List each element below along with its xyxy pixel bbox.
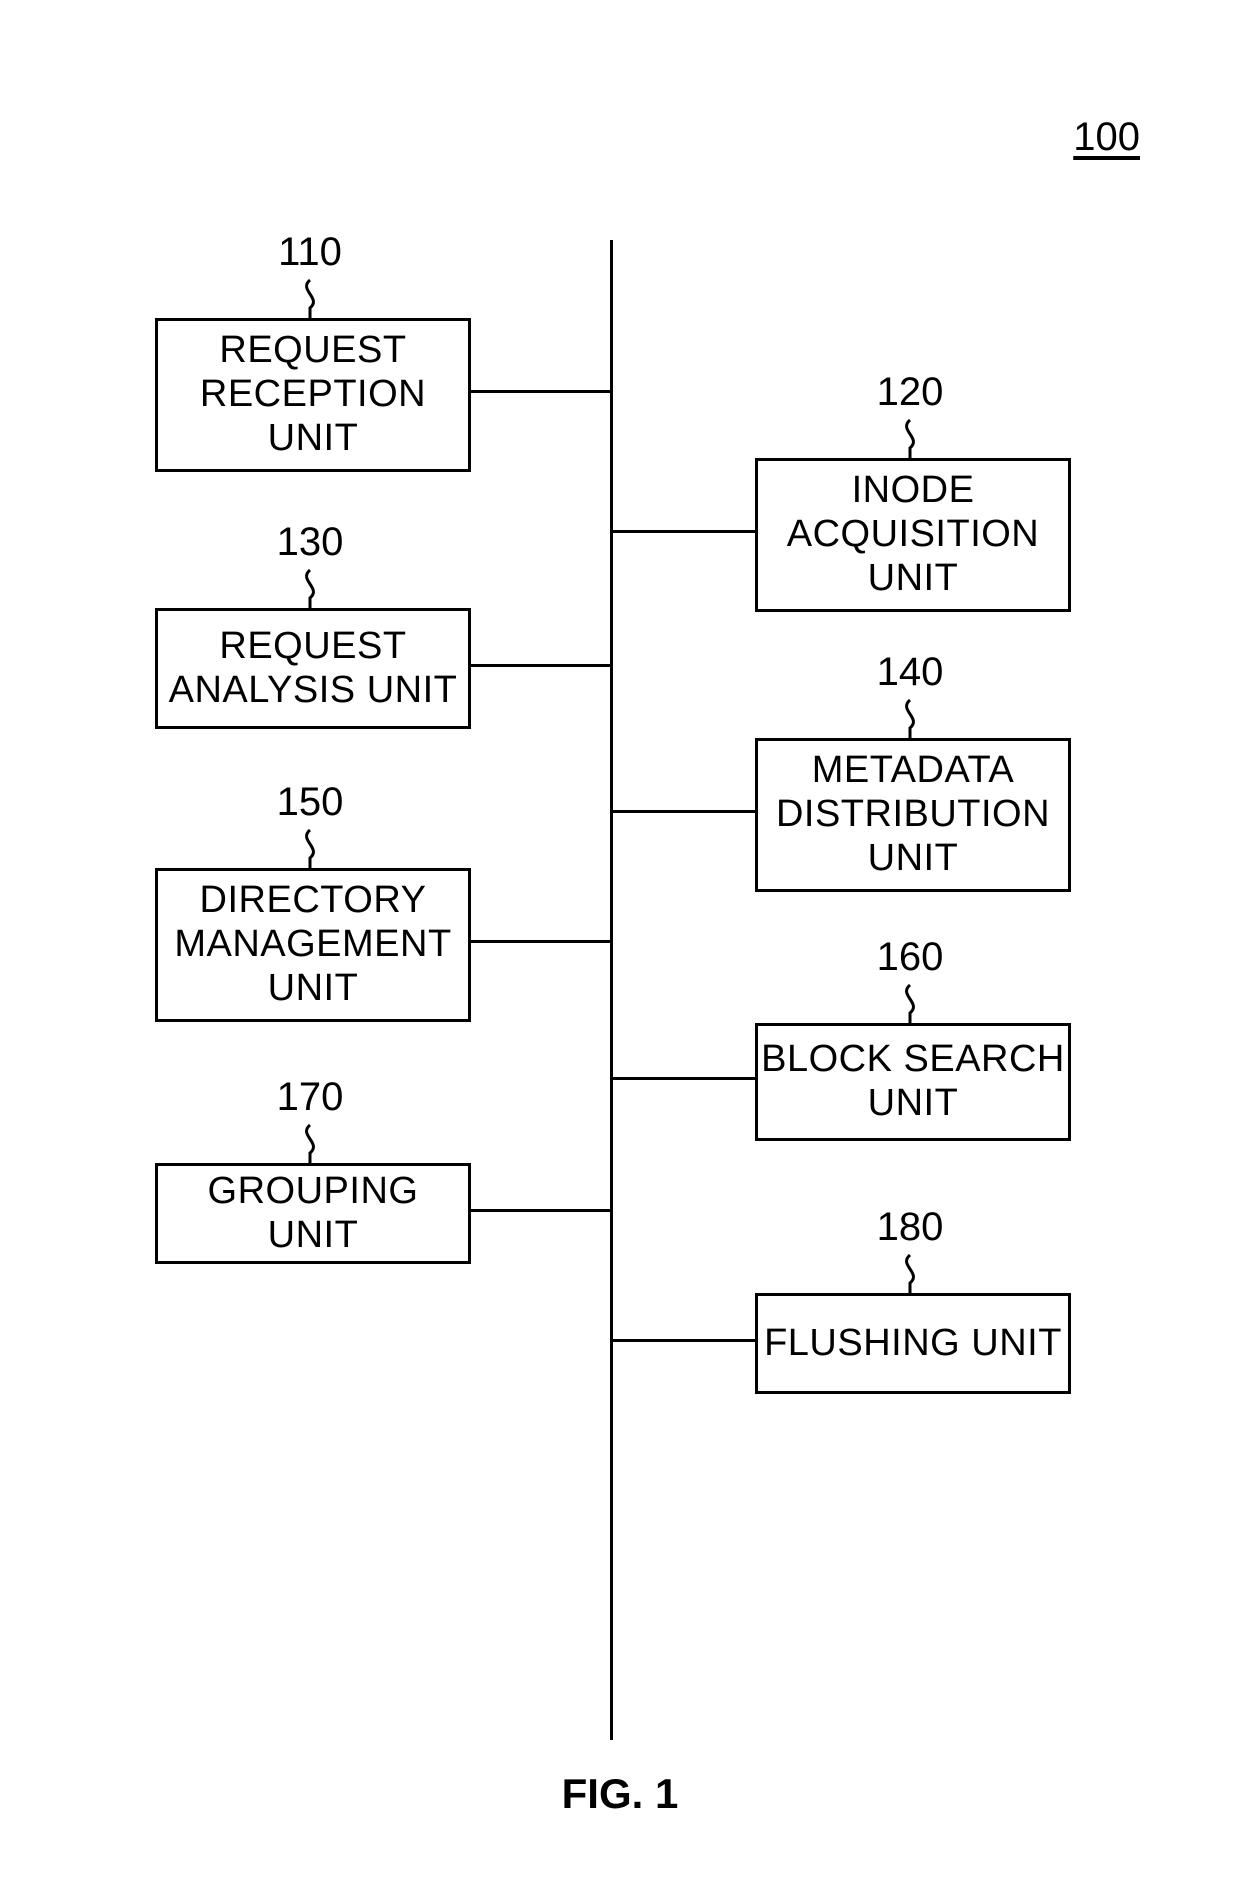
connector-110 [468, 390, 610, 393]
figure-main-ref: 100 [1073, 115, 1140, 160]
leader-squiggle [290, 828, 330, 868]
diagram-stage: 100 110 REQUEST RECEPTION UNIT 130 REQUE… [0, 0, 1240, 1889]
block-160: BLOCK SEARCH UNIT [755, 1023, 1071, 1141]
leader-squiggle [290, 278, 330, 318]
block-110: REQUEST RECEPTION UNIT [155, 318, 471, 472]
ref-150: 150 [277, 780, 344, 825]
leader-squiggle [290, 568, 330, 608]
connector-120 [613, 530, 755, 533]
leader-squiggle [890, 983, 930, 1023]
leader-squiggle [890, 698, 930, 738]
connector-160 [613, 1077, 755, 1080]
connector-130 [468, 664, 610, 667]
ref-170: 170 [277, 1075, 344, 1120]
bus-line [610, 240, 613, 1740]
connector-150 [468, 940, 610, 943]
leader-squiggle [290, 1123, 330, 1163]
block-150: DIRECTORY MANAGEMENT UNIT [155, 868, 471, 1022]
ref-180: 180 [877, 1205, 944, 1250]
ref-120: 120 [877, 370, 944, 415]
block-180: FLUSHING UNIT [755, 1293, 1071, 1394]
block-170: GROUPING UNIT [155, 1163, 471, 1264]
connector-170 [468, 1209, 610, 1212]
ref-130: 130 [277, 520, 344, 565]
block-140: METADATA DISTRIBUTION UNIT [755, 738, 1071, 892]
ref-160: 160 [877, 935, 944, 980]
connector-140 [613, 810, 755, 813]
block-120: INODE ACQUISITION UNIT [755, 458, 1071, 612]
leader-squiggle [890, 1253, 930, 1293]
connector-180 [613, 1339, 755, 1342]
block-130: REQUEST ANALYSIS UNIT [155, 608, 471, 729]
ref-110: 110 [278, 230, 342, 275]
ref-140: 140 [877, 650, 944, 695]
figure-caption: FIG. 1 [562, 1770, 679, 1818]
leader-squiggle [890, 418, 930, 458]
